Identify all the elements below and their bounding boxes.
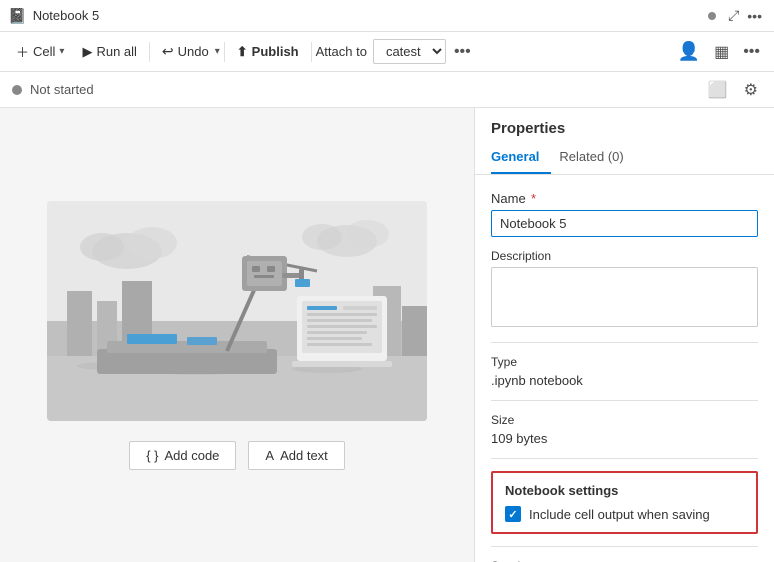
tab-related[interactable]: Related (0) <box>559 141 635 174</box>
divider-3 <box>491 458 758 459</box>
type-field-group: Type .ipynb notebook <box>491 355 758 388</box>
status-bar: Not started ⬜ ⚙ <box>0 72 774 108</box>
title-bar: 📓 Notebook 5 ⤢ ••• <box>0 0 774 32</box>
panel-title: Properties <box>475 108 774 141</box>
text-icon: A <box>265 448 274 463</box>
plus-icon: ＋ <box>16 42 29 61</box>
panel-body: Name * Description Type .ipynb notebook … <box>475 175 774 562</box>
toolbar-more-2-button[interactable]: ••• <box>737 39 766 65</box>
add-code-label: Add code <box>164 448 219 463</box>
type-label: Type <box>491 355 758 369</box>
add-text-label: Add text <box>280 448 328 463</box>
notebook-buttons: { } Add code A Add text <box>129 441 345 470</box>
status-text: Not started <box>30 82 94 97</box>
undo-icon: ↩ <box>162 43 174 60</box>
status-gear-button[interactable]: ⚙ <box>740 78 762 102</box>
add-code-button[interactable]: { } Add code <box>129 441 236 470</box>
name-field-group: Name * <box>491 191 758 237</box>
publish-icon: ⬆ <box>237 44 248 60</box>
separator-2 <box>224 42 225 62</box>
run-all-button[interactable]: ▶ Run all <box>74 40 144 64</box>
user-icon-button[interactable]: 👤 <box>672 37 706 66</box>
separator-1 <box>149 42 150 62</box>
unsaved-dot <box>708 12 716 20</box>
description-field-group: Description <box>491 249 758 330</box>
attach-select[interactable]: catest <box>373 39 446 64</box>
notebook-area: { } Add code A Add text <box>0 108 474 562</box>
add-text-button[interactable]: A Add text <box>248 441 344 470</box>
type-value: .ipynb notebook <box>491 373 758 388</box>
description-textarea[interactable] <box>491 267 758 327</box>
attach-label: Attach to <box>316 44 367 59</box>
toolbar-more-button[interactable]: ••• <box>448 39 477 65</box>
notebook-settings-box: Notebook settings ✓ Include cell output … <box>491 471 758 534</box>
notebook-settings-title: Notebook settings <box>505 483 744 498</box>
required-marker: * <box>531 191 536 206</box>
divider-4 <box>491 546 758 547</box>
name-input[interactable] <box>491 210 758 237</box>
expand-button[interactable]: ⤢ <box>724 5 743 26</box>
status-square-button[interactable]: ⬜ <box>704 78 732 102</box>
status-controls: ⬜ ⚙ <box>704 78 762 102</box>
size-field-group: Size 109 bytes <box>491 413 758 446</box>
size-value: 109 bytes <box>491 431 758 446</box>
window-title: Notebook 5 <box>33 8 708 23</box>
notebook-icon: 📓 <box>8 7 27 25</box>
separator-3 <box>311 42 312 62</box>
cell-dropdown-arrow: ▾ <box>59 46 64 57</box>
main-content: { } Add code A Add text Properties Gener… <box>0 108 774 562</box>
cell-output-checkbox[interactable]: ✓ <box>505 506 521 522</box>
tab-general[interactable]: General <box>491 141 551 174</box>
toolbar: ＋ Cell ▾ ▶ Run all ↩ Undo ▾ ⬆ Publish At… <box>0 32 774 72</box>
undo-button[interactable]: ↩ Undo <box>154 39 217 64</box>
more-button[interactable]: ••• <box>743 6 766 26</box>
status-dot <box>12 85 22 95</box>
code-icon: { } <box>146 448 158 463</box>
publish-button[interactable]: ⬆ Publish <box>229 40 307 64</box>
cell-button[interactable]: ＋ Cell ▾ <box>8 38 72 65</box>
cell-output-label: Include cell output when saving <box>529 507 710 522</box>
notebook-illustration <box>47 201 427 421</box>
description-label: Description <box>491 249 758 263</box>
panel-tabs: General Related (0) <box>475 141 774 175</box>
name-label: Name * <box>491 191 758 206</box>
toolbar-dropdown-arrow-undo: ▾ <box>215 46 220 57</box>
grid-icon-button[interactable]: ▦ <box>708 38 735 66</box>
divider-2 <box>491 400 758 401</box>
divider-1 <box>491 342 758 343</box>
cell-output-row: ✓ Include cell output when saving <box>505 506 744 522</box>
checkmark-icon: ✓ <box>508 508 517 521</box>
play-icon: ▶ <box>82 44 92 60</box>
size-label: Size <box>491 413 758 427</box>
properties-panel: Properties General Related (0) Name * De… <box>474 108 774 562</box>
